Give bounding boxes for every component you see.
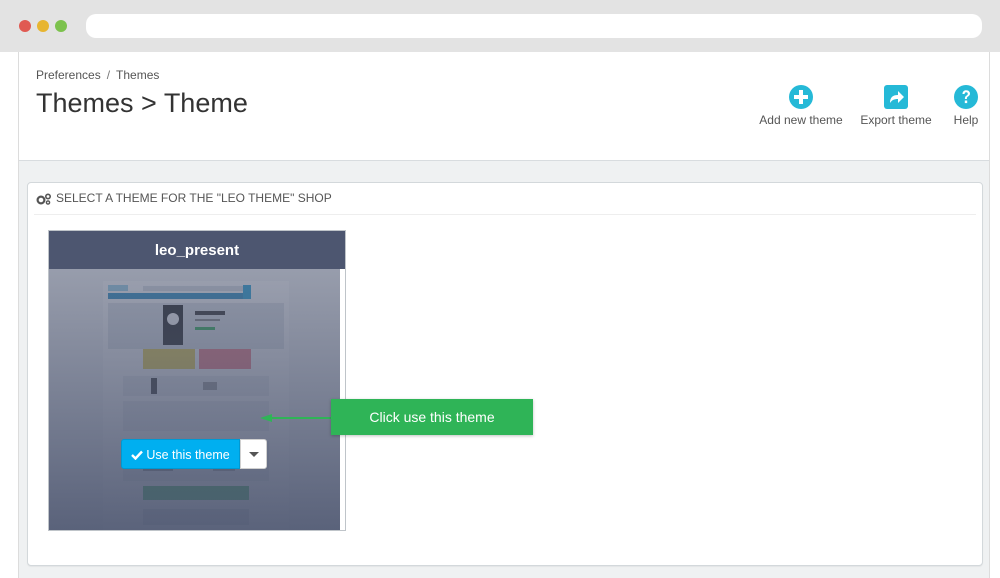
breadcrumb: Preferences / Themes [36,68,159,82]
check-icon [131,450,144,461]
plus-circle-icon [789,85,813,109]
use-this-theme-label: Use this theme [146,448,230,462]
minimize-window-dot[interactable] [37,20,49,32]
theme-preview: Use this theme [49,269,340,530]
theme-card: leo_present Use this theme [48,230,346,531]
page-header: Preferences / Themes Themes > Theme Add ne… [19,52,989,161]
help-button[interactable]: Help [951,85,981,127]
maximize-window-dot[interactable] [55,20,67,32]
breadcrumb-preferences[interactable]: Preferences [36,68,101,82]
panel-heading: SELECT A THEME FOR THE "LEO THEME" SHOP [34,183,976,215]
address-bar[interactable] [86,14,982,38]
add-new-theme-label: Add new theme [759,113,843,127]
arrow-left-icon [260,414,332,422]
breadcrumb-themes[interactable]: Themes [116,68,159,82]
question-icon [954,85,978,109]
close-window-dot[interactable] [19,20,31,32]
select-theme-panel: SELECT A THEME FOR THE "LEO THEME" SHOP … [27,182,983,566]
export-theme-label: Export theme [860,113,932,127]
share-icon [884,85,908,109]
callout-label: Click use this theme [331,399,533,435]
export-theme-button[interactable]: Export theme [856,85,936,127]
breadcrumb-separator: / [106,68,111,82]
panel-heading-text: SELECT A THEME FOR THE "LEO THEME" SHOP [56,191,332,205]
caret-down-icon[interactable] [240,439,267,469]
cogs-icon [36,193,52,205]
page-title: Themes > Theme [36,88,248,118]
help-label: Help [953,113,979,127]
content-frame: Preferences / Themes Themes > Theme Add ne… [18,52,990,578]
theme-name: leo_present [49,231,345,269]
add-new-theme-button[interactable]: Add new theme [755,85,847,127]
browser-chrome [0,0,1000,52]
use-this-theme-button[interactable]: Use this theme [121,439,240,469]
preview-overlay [49,269,340,530]
page: Preferences / Themes Themes > Theme Add ne… [0,52,1000,578]
